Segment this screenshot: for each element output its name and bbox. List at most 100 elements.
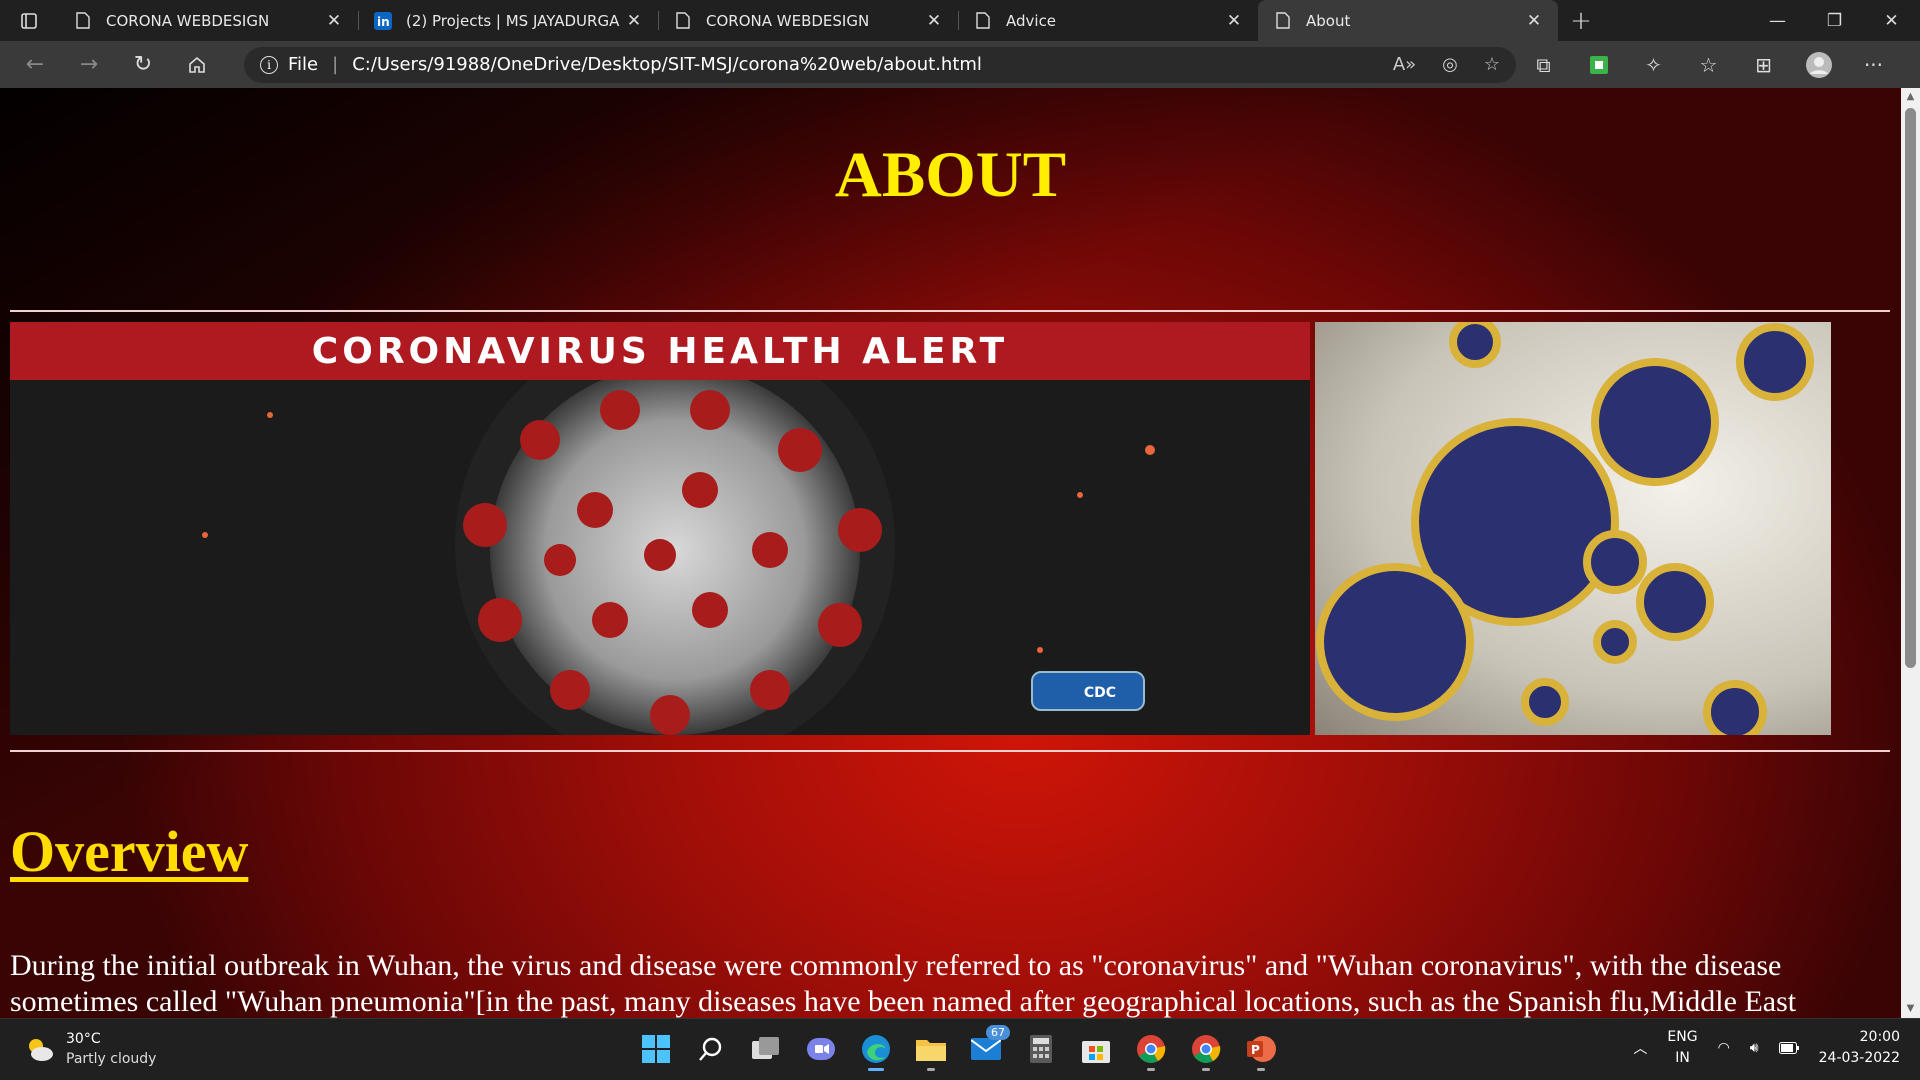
- tracking-prevention-icon[interactable]: ◎: [1442, 54, 1458, 75]
- powerpoint-icon: P: [1247, 1036, 1276, 1062]
- page-icon: [74, 12, 92, 30]
- running-indicator: [927, 1068, 935, 1071]
- tab-linkedin[interactable]: in (2) Projects | MS JAYADURGA | Li ✕: [358, 0, 658, 41]
- powerpoint-button[interactable]: P: [1241, 1027, 1281, 1071]
- tab-actions-icon: [21, 12, 37, 29]
- virus-microscope-image: [1315, 322, 1831, 735]
- search-button[interactable]: [691, 1027, 731, 1071]
- tab-strip: CORONA WEBDESIGN ✕ in (2) Projects | MS …: [0, 0, 1920, 41]
- tab-corona-webdesign-1[interactable]: CORONA WEBDESIGN ✕: [58, 0, 358, 41]
- page-icon: [1274, 12, 1292, 30]
- green-extension-icon: [1589, 55, 1608, 74]
- svg-text:in: in: [377, 15, 390, 29]
- clock[interactable]: 20:00 24-03-2022: [1819, 1027, 1900, 1069]
- close-tab-icon[interactable]: ✕: [624, 11, 644, 31]
- language-code: ENG: [1667, 1029, 1698, 1045]
- minimize-button[interactable]: —: [1749, 0, 1806, 41]
- weather-temp: 30°C: [66, 1031, 101, 1047]
- linkedin-icon: in: [374, 11, 392, 30]
- close-window-button[interactable]: ✕: [1863, 0, 1920, 41]
- puzzle-icon: ✧: [1645, 52, 1662, 77]
- svg-text:CDC: CDC: [1084, 685, 1116, 701]
- scheme-label: File: [288, 54, 319, 75]
- chrome-button[interactable]: [1186, 1027, 1226, 1071]
- close-tab-icon[interactable]: ✕: [1524, 11, 1544, 31]
- active-indicator: [868, 1068, 884, 1071]
- restore-icon: ❐: [1826, 10, 1843, 31]
- new-tab-button[interactable]: +: [1558, 0, 1604, 41]
- close-tab-icon[interactable]: ✕: [324, 11, 344, 31]
- calculator-button[interactable]: [1021, 1027, 1061, 1071]
- tab-title: CORONA WEBDESIGN: [106, 11, 270, 30]
- clock-date: 24-03-2022: [1818, 1050, 1900, 1066]
- forward-button[interactable]: →: [62, 41, 116, 88]
- site-info-icon[interactable]: i: [260, 55, 278, 74]
- edge-icon: [862, 1035, 890, 1063]
- close-tab-icon[interactable]: ✕: [924, 11, 944, 31]
- tab-corona-webdesign-2[interactable]: CORONA WEBDESIGN ✕: [658, 0, 958, 41]
- start-button[interactable]: [636, 1027, 676, 1071]
- extension-button[interactable]: [1571, 55, 1626, 74]
- tab-about[interactable]: About ✕: [1258, 0, 1558, 41]
- page-viewport: ABOUT CORONAVIRUS HEALTH ALERT CDC Overv…: [0, 88, 1901, 1018]
- weather-widget[interactable]: 30°C Partly cloudy: [24, 1029, 156, 1069]
- tab-title: (2) Projects | MS JAYADURGA | Li: [406, 11, 624, 30]
- coronavirus-alert-image: CORONAVIRUS HEALTH ALERT CDC: [10, 322, 1310, 735]
- collections-button[interactable]: ⊞: [1736, 53, 1791, 77]
- avatar-icon: [1805, 51, 1832, 78]
- favorites-icon: ☆: [1699, 52, 1718, 77]
- browser-toolbar: ← → ↻ i File | C:/Users/91988/OneDrive/D…: [0, 41, 1920, 88]
- tab-actions-button[interactable]: [0, 0, 58, 41]
- home-icon: [189, 56, 205, 73]
- file-explorer-button[interactable]: [911, 1027, 951, 1071]
- clock-time: 20:00: [1859, 1029, 1900, 1045]
- teams-chat-button[interactable]: [801, 1027, 841, 1071]
- address-bar[interactable]: i File | C:/Users/91988/OneDrive/Desktop…: [244, 46, 1516, 83]
- restore-button[interactable]: ❐: [1806, 0, 1863, 41]
- svg-text:P: P: [1251, 1043, 1260, 1057]
- cdc-logo: CDC: [1031, 671, 1145, 711]
- home-button[interactable]: [170, 41, 224, 88]
- read-aloud-icon[interactable]: A»: [1393, 54, 1416, 75]
- add-favorite-icon[interactable]: ☆: [1484, 54, 1500, 75]
- volume-icon[interactable]: 🔊︎: [1750, 1040, 1759, 1056]
- tab-advice[interactable]: Advice ✕: [958, 0, 1258, 41]
- close-tab-icon[interactable]: ✕: [1224, 11, 1244, 31]
- copy-icon: ⧉: [1536, 52, 1551, 77]
- battery-icon[interactable]: [1778, 1042, 1799, 1054]
- tab-title: Advice: [1006, 11, 1057, 30]
- language-indicator[interactable]: ENG IN: [1667, 1027, 1697, 1069]
- chrome-profile-button[interactable]: [1131, 1027, 1171, 1071]
- running-indicator: [1202, 1068, 1210, 1071]
- chevron-up-icon[interactable]: ︿: [1633, 1038, 1647, 1058]
- partly-cloudy-icon: [29, 1039, 53, 1061]
- extensions-area: ⧉ ✧ ☆ ⊞ ···: [1516, 51, 1901, 78]
- system-tray: ︿ ENG IN ◠ 🔊︎ 20:00 24-03-2022: [1633, 1027, 1900, 1069]
- calculator-icon: [1030, 1035, 1052, 1063]
- extensions-button[interactable]: ✧: [1626, 53, 1681, 77]
- back-button[interactable]: ←: [8, 41, 62, 88]
- url-text[interactable]: C:/Users/91988/OneDrive/Desktop/SIT-MSJ/…: [352, 54, 1393, 75]
- refresh-button[interactable]: ↻: [116, 41, 170, 88]
- edge-browser-button[interactable]: [856, 1027, 896, 1071]
- settings-more-button[interactable]: ···: [1846, 53, 1901, 77]
- favorites-button[interactable]: ☆: [1681, 53, 1736, 77]
- task-view-icon: [752, 1037, 779, 1059]
- scrollbar-thumb[interactable]: [1905, 108, 1916, 668]
- scroll-down-arrow-icon[interactable]: ▼: [1901, 1000, 1920, 1018]
- language-region: IN: [1675, 1050, 1690, 1066]
- overview-paragraph: During the initial outbreak in Wuhan, th…: [10, 949, 1797, 1018]
- collections-ext-button[interactable]: ⧉: [1516, 53, 1571, 77]
- page-title: ABOUT: [834, 139, 1067, 211]
- chrome-icon: [1137, 1035, 1166, 1063]
- page-scrollbar[interactable]: ▲ ▼: [1901, 88, 1920, 1018]
- wifi-icon[interactable]: ◠: [1718, 1040, 1730, 1056]
- profile-button[interactable]: [1791, 51, 1846, 78]
- refresh-icon: ↻: [133, 52, 153, 77]
- mail-button[interactable]: 67: [966, 1025, 1010, 1071]
- page-icon: [974, 12, 992, 30]
- scroll-up-arrow-icon[interactable]: ▲: [1901, 88, 1920, 106]
- store-button[interactable]: [1076, 1027, 1116, 1071]
- task-view-button[interactable]: [746, 1027, 786, 1071]
- chrome-icon: [1192, 1035, 1221, 1063]
